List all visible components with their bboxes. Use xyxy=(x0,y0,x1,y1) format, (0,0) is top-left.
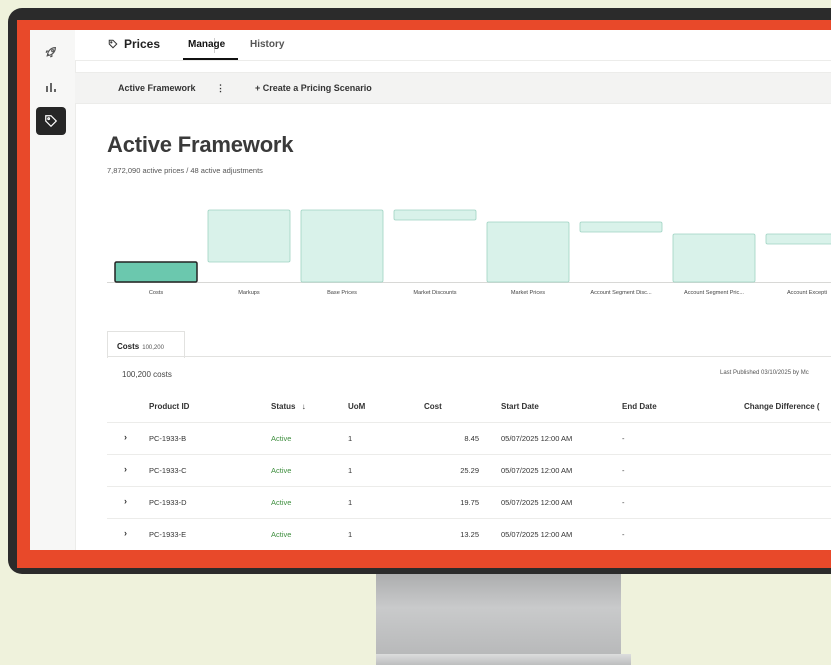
chart-bar[interactable] xyxy=(579,221,663,233)
expand-chevron-icon[interactable]: › xyxy=(124,496,127,506)
tab-costs-label: Costs xyxy=(117,342,140,351)
col-status-label: Status xyxy=(271,402,296,411)
chart-category-label: Market Discounts xyxy=(413,290,456,296)
col-uom[interactable]: UoM xyxy=(348,402,365,411)
cell-status: Active xyxy=(271,530,292,539)
waterfall-chart: Costs Markups Base Prices Market Discounts M… xyxy=(107,209,831,296)
cell-start-date: 05/07/2025 12:00 AM xyxy=(501,434,573,443)
cell-cost: 13.25 xyxy=(460,530,479,539)
chart-bar[interactable] xyxy=(486,221,570,283)
col-status[interactable]: Status ↓ xyxy=(271,402,306,411)
chart-bar[interactable] xyxy=(672,233,756,283)
chart-bar[interactable] xyxy=(765,233,831,245)
monitor-stand xyxy=(376,570,621,665)
header-divider xyxy=(107,422,831,423)
cell-end-date: - xyxy=(622,530,625,539)
chart-category-label: Base Prices xyxy=(327,290,357,296)
monitor-stand-base xyxy=(376,654,631,665)
chart-bar[interactable] xyxy=(393,209,477,221)
expand-chevron-icon[interactable]: › xyxy=(124,528,127,538)
tab-costs-count: 100,200 xyxy=(142,345,164,351)
costs-count: 100,200 costs xyxy=(122,370,172,379)
row-divider xyxy=(107,454,831,455)
cell-start-date: 05/07/2025 12:00 AM xyxy=(501,530,573,539)
tab-costs[interactable]: Costs 100,200 xyxy=(107,331,185,358)
cell-cost: 8.45 xyxy=(464,434,479,443)
cell-uom: 1 xyxy=(348,498,353,507)
cell-uom: 1 xyxy=(348,434,353,443)
chart-category-label: Market Prices xyxy=(511,290,545,296)
cell-uom: 1 xyxy=(348,530,353,539)
col-change-difference[interactable]: Change Difference ( xyxy=(744,402,820,411)
cell-start-date: 05/07/2025 12:00 AM xyxy=(501,466,573,475)
col-start-date[interactable]: Start Date xyxy=(501,402,539,411)
cell-status: Active xyxy=(271,434,292,443)
tab-divider xyxy=(107,356,831,357)
cell-end-date: - xyxy=(622,498,625,507)
cell-product-id: PC-1933-D xyxy=(149,498,187,507)
chart-category-label: Costs xyxy=(149,290,164,296)
last-published: Last Published 03/10/2025 by Mc xyxy=(720,370,809,376)
cell-start-date: 05/07/2025 12:00 AM xyxy=(501,498,573,507)
cell-status: Active xyxy=(271,498,292,507)
chart-bar[interactable] xyxy=(300,209,384,283)
chart-category-label: Account Excepti xyxy=(787,290,827,296)
sort-arrow-icon: ↓ xyxy=(301,402,306,411)
row-divider xyxy=(107,486,831,487)
chart-category-label: Markups xyxy=(238,290,260,296)
cell-end-date: - xyxy=(622,466,625,475)
cell-product-id: PC-1933-C xyxy=(149,466,187,475)
expand-chevron-icon[interactable]: › xyxy=(124,432,127,442)
chart-category-label: Account Segment Disc... xyxy=(590,290,652,296)
cell-product-id: PC-1933-B xyxy=(149,434,187,443)
chart-bar[interactable] xyxy=(207,209,291,263)
cell-cost: 19.75 xyxy=(460,498,479,507)
cell-uom: 1 xyxy=(348,466,353,475)
col-cost[interactable]: Cost xyxy=(424,402,442,411)
col-product-id[interactable]: Product ID xyxy=(149,402,189,411)
row-divider xyxy=(107,518,831,519)
chart-bar[interactable] xyxy=(114,261,198,283)
chart-category-label: Account Segment Pric... xyxy=(684,290,744,296)
app-screen: Prices Manage History Active Framework ⋮… xyxy=(30,30,831,550)
expand-chevron-icon[interactable]: › xyxy=(124,464,127,474)
cell-status: Active xyxy=(271,466,292,475)
cell-cost: 25.29 xyxy=(460,466,479,475)
cell-product-id: PC-1933-E xyxy=(149,530,187,539)
cell-end-date: - xyxy=(622,434,625,443)
col-end-date[interactable]: End Date xyxy=(622,402,657,411)
